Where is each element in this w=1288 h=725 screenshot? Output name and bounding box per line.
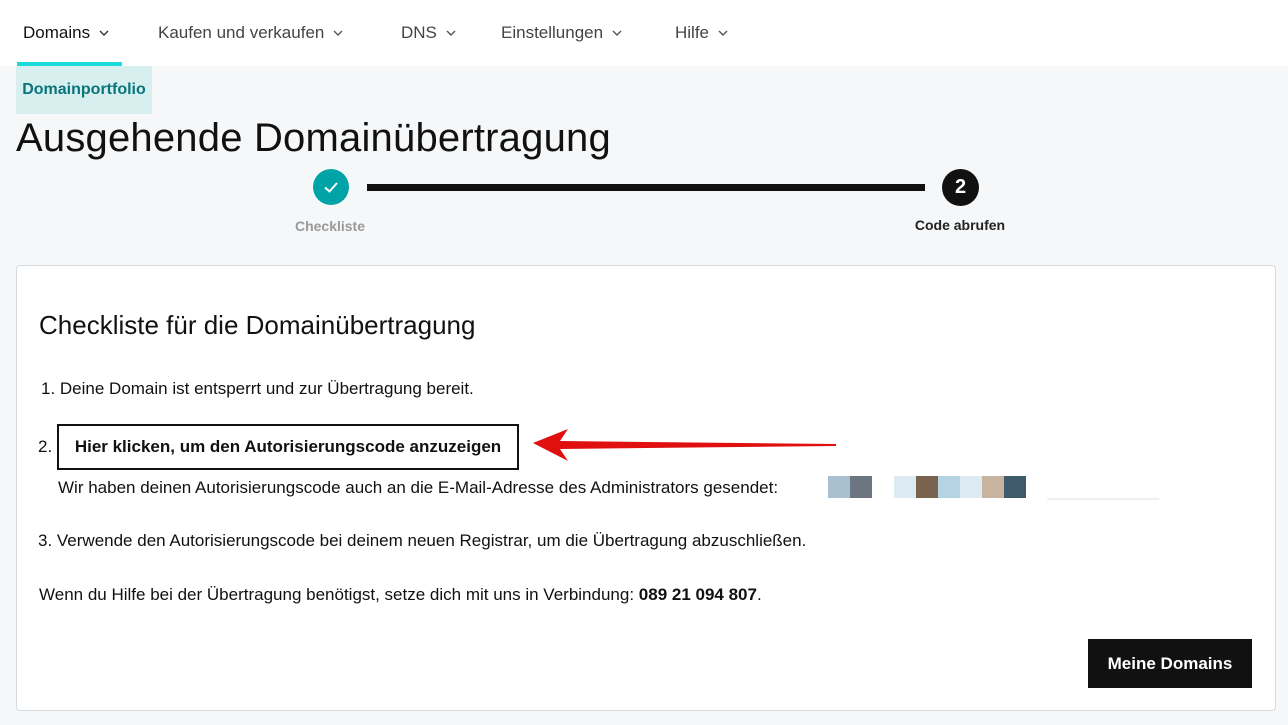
my-domains-button[interactable]: Meine Domains xyxy=(1088,639,1252,688)
nav-hilfe[interactable]: Hilfe xyxy=(675,0,729,66)
checklist-item-3: 3. Verwende den Autorisierungscode bei d… xyxy=(38,531,807,550)
checklist-item-2-number: 2. xyxy=(38,437,53,456)
chevron-down-icon xyxy=(99,30,109,36)
nav-einstellungen-label: Einstellungen xyxy=(501,23,604,42)
help-text: Wenn du Hilfe bei der Übertragung benöti… xyxy=(39,585,635,604)
check-icon xyxy=(324,182,338,193)
nav-domains-label: Domains xyxy=(23,23,91,42)
nav-kaufen-verkaufen[interactable]: Kaufen und verkaufen xyxy=(158,0,344,66)
checklist-item-2-note: Wir haben deinen Autorisierungscode auch… xyxy=(58,478,779,497)
checklist-card: Checkliste für die Domainübertragung 1. … xyxy=(16,265,1276,711)
breadcrumb-domainportfolio[interactable]: Domainportfolio xyxy=(16,66,152,114)
help-line: Wenn du Hilfe bei der Übertragung benöti… xyxy=(39,585,762,605)
nav-hilfe-label: Hilfe xyxy=(675,23,710,42)
page-title: Ausgehende Domainübertragung xyxy=(16,116,611,160)
step-1-indicator xyxy=(313,169,349,205)
step-1-label: Checkliste xyxy=(294,218,366,234)
show-auth-code-button[interactable]: Hier klicken, um den Autorisierungscode … xyxy=(57,424,519,470)
chevron-down-icon xyxy=(718,30,728,36)
help-period: . xyxy=(756,585,762,604)
step-2-label: Code abrufen xyxy=(914,217,1006,233)
nav-dns[interactable]: DNS xyxy=(401,0,457,66)
top-navigation: Domains Kaufen und verkaufen DNS Einstel… xyxy=(0,0,1288,66)
annotation-arrow-icon xyxy=(533,429,836,461)
chevron-down-icon xyxy=(612,30,622,36)
stepper-progress-line xyxy=(367,184,925,191)
nav-kaufen-label: Kaufen und verkaufen xyxy=(158,23,325,42)
redacted-admin-email xyxy=(828,476,1026,498)
step-2-indicator: 2 xyxy=(942,169,979,206)
nav-domains[interactable]: Domains xyxy=(23,0,110,66)
redacted-underline xyxy=(1047,498,1159,500)
help-phone-number[interactable]: 089 21 094 807 xyxy=(639,585,757,604)
chevron-down-icon xyxy=(446,30,456,36)
card-title: Checkliste für die Domainübertragung xyxy=(39,310,476,340)
chevron-down-icon xyxy=(333,30,343,36)
nav-einstellungen[interactable]: Einstellungen xyxy=(501,0,623,66)
checklist-item-1: 1. Deine Domain ist entsperrt und zur Üb… xyxy=(41,379,474,398)
nav-dns-label: DNS xyxy=(401,23,437,42)
